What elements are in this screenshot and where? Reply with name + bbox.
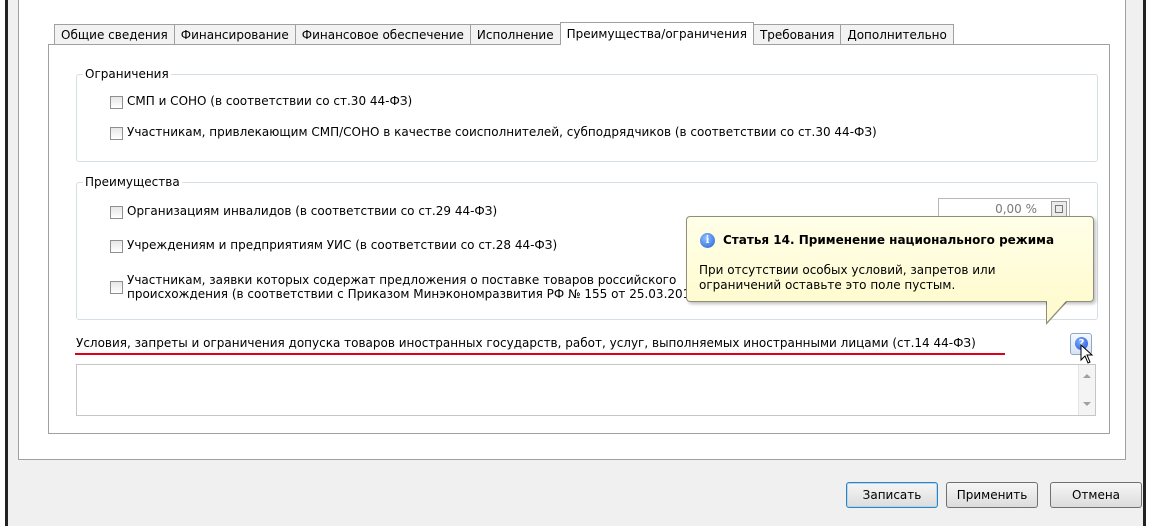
checkbox[interactable] <box>110 96 123 109</box>
tab-advantages-restrictions[interactable]: Преимущества/ограничения <box>559 22 754 45</box>
apply-button[interactable]: Применить <box>946 482 1038 508</box>
info-icon: i <box>700 233 715 248</box>
advantage-uis[interactable]: Учреждениям и предприятиям УИС (в соотве… <box>110 238 557 253</box>
foreign-conditions-textarea[interactable] <box>76 364 1096 416</box>
restrictions-group-title: Ограничения <box>83 67 171 81</box>
window-edge-right <box>1143 0 1146 526</box>
tab-additional[interactable]: Дополнительно <box>840 24 954 45</box>
tooltip-text-line-1: При отсутствии особых условий, запретов … <box>699 263 996 277</box>
advantage-russian-goods[interactable]: Участникам, заявки которых содержат пред… <box>110 273 690 301</box>
foreign-conditions-label: Условия, запреты и ограничения допуска т… <box>76 336 976 350</box>
tab-financing[interactable]: Финансирование <box>173 24 296 45</box>
label-line-2: происхождения (в соответствии с Приказом… <box>127 287 691 301</box>
checkbox[interactable] <box>110 206 123 219</box>
restriction-smp-sono[interactable]: СМП и СОНО (в соответствии со ст.30 44-Ф… <box>110 94 412 109</box>
tooltip-title: Статья 14. Применение национального режи… <box>723 233 1055 247</box>
tab-general[interactable]: Общие сведения <box>54 24 175 45</box>
scroll-down-icon[interactable] <box>1083 402 1091 406</box>
tab-execution[interactable]: Исполнение <box>469 24 561 45</box>
tab-strip: Общие сведения Финансирование Финансовое… <box>54 22 954 45</box>
restrictions-group: Ограничения <box>76 67 1098 162</box>
checkbox-label: Участникам, заявки которых содержат пред… <box>127 273 690 301</box>
percent-value: 0,00 % <box>995 202 1037 216</box>
label-line-1: Участникам, заявки которых содержат пред… <box>127 273 677 287</box>
tab-requirements[interactable]: Требования <box>752 24 842 45</box>
tooltip: i Статья 14. Применение национального ре… <box>686 216 1094 302</box>
checkbox[interactable] <box>110 281 123 294</box>
tooltip-text-line-2: ограничений оставьте это поле пустым. <box>699 278 956 292</box>
checkbox-label: Участникам, привлекающим СМП/СОНО в каче… <box>127 125 877 139</box>
advantages-group-title: Преимущества <box>83 175 182 189</box>
checkbox-label: Организациям инвалидов (в соответствии с… <box>127 204 498 218</box>
calculator-icon[interactable] <box>1051 201 1067 217</box>
cancel-button[interactable]: Отмена <box>1050 482 1142 508</box>
mouse-cursor-icon <box>1080 344 1094 364</box>
annotation-underline <box>75 353 1005 355</box>
tab-financial-security[interactable]: Финансовое обеспечение <box>294 24 471 45</box>
advantage-disabled-orgs[interactable]: Организациям инвалидов (в соответствии с… <box>110 204 497 219</box>
textarea-scrollbar[interactable] <box>1078 365 1095 415</box>
tooltip-text: При отсутствии особых условий, запретов … <box>699 263 1079 293</box>
checkbox[interactable] <box>110 127 123 140</box>
checkbox[interactable] <box>110 240 123 253</box>
checkbox-label: Учреждениям и предприятиям УИС (в соотве… <box>127 238 558 252</box>
checkbox-label: СМП и СОНО (в соответствии со ст.30 44-Ф… <box>127 94 413 108</box>
save-button[interactable]: Записать <box>846 482 938 508</box>
restriction-subcontractors[interactable]: Участникам, привлекающим СМП/СОНО в каче… <box>110 125 877 140</box>
scroll-up-icon[interactable] <box>1083 374 1091 378</box>
tooltip-pointer <box>1047 300 1067 322</box>
